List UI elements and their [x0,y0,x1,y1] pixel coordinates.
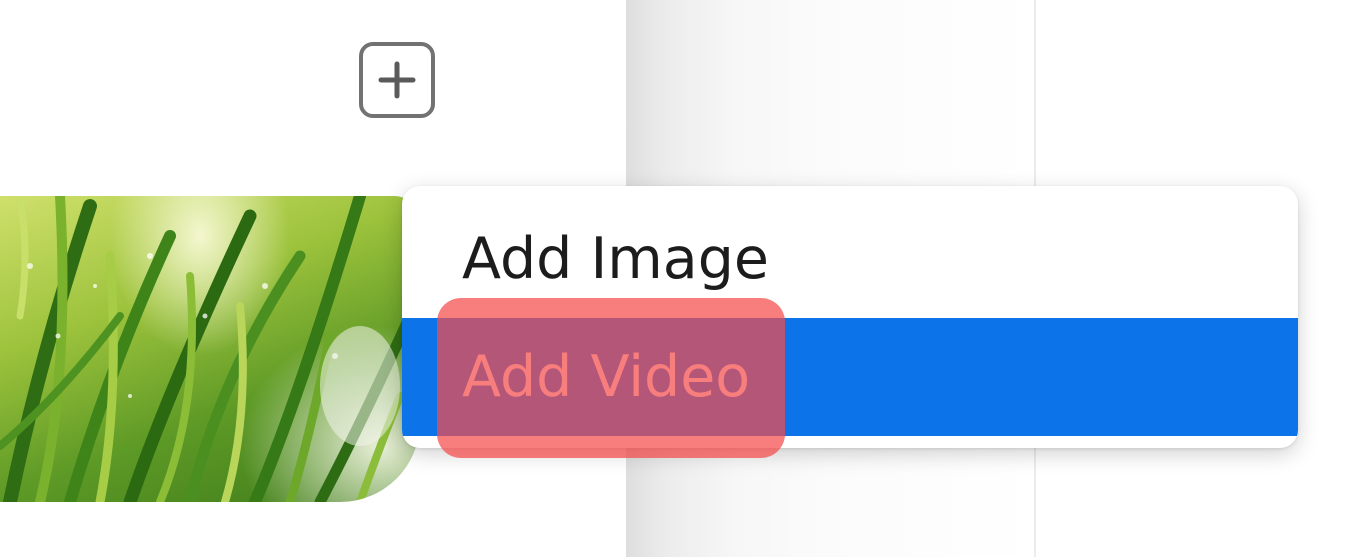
plus-icon [378,61,416,99]
grass-image-thumbnail [0,196,420,502]
menu-item-add-image[interactable]: Add Image [402,200,1298,318]
menu-item-add-video[interactable]: Add Video [402,318,1298,436]
grass-photo [0,196,416,502]
add-block-button[interactable] [359,42,435,118]
insert-dropdown-menu: Add Image Add Video [402,186,1298,448]
editor-canvas: Add Image Add Video [0,0,1366,557]
